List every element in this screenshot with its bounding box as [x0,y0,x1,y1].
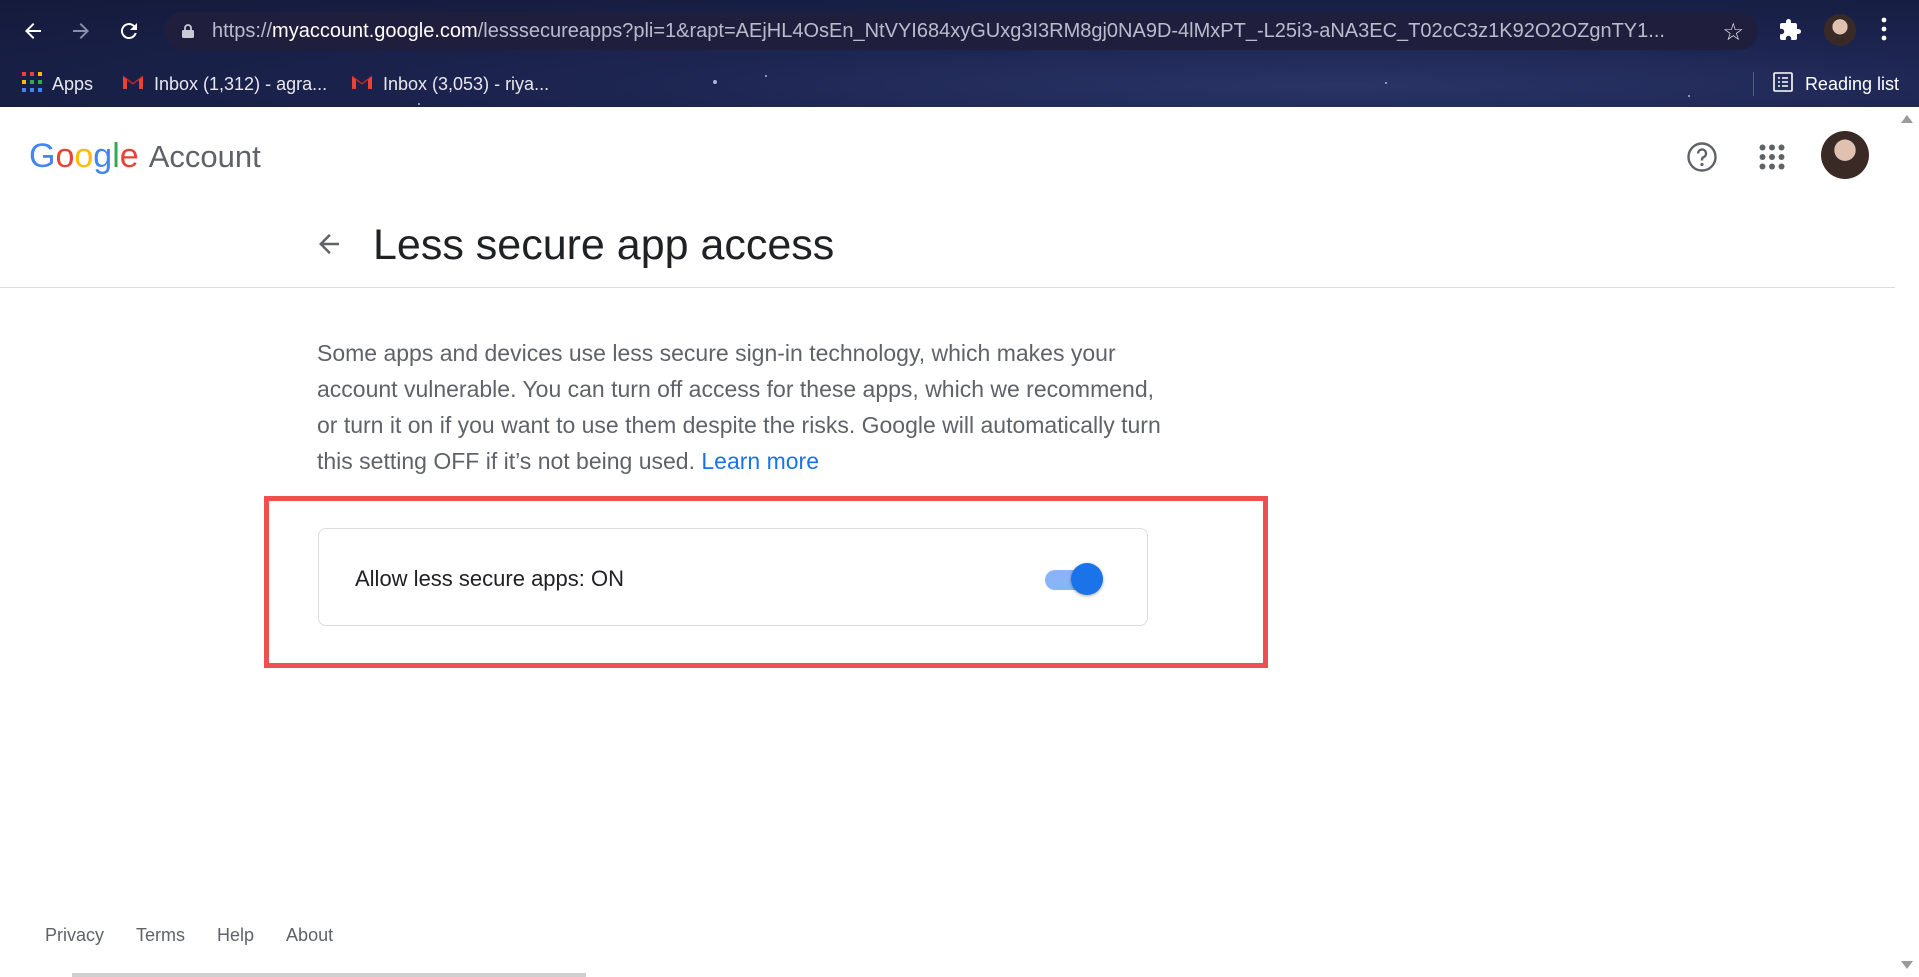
account-label: Account [148,139,261,174]
help-icon[interactable] [1682,137,1722,177]
page-title: Less secure app access [373,221,835,269]
setting-label: Allow less secure apps: ON [355,566,624,591]
bookmark-label: Inbox (3,053) - riya... [383,73,550,94]
logo-letter: o [55,137,75,175]
logo-letter: g [93,137,113,175]
scroll-up-arrow-icon[interactable] [1901,115,1913,123]
bookmark-label: Apps [52,73,94,94]
logo-letter: l [112,137,120,175]
address-bar[interactable]: https://myaccount.google.com/lesssecurea… [164,12,1758,50]
less-secure-apps-toggle[interactable] [1045,563,1103,595]
reading-list-button[interactable]: Reading list [1752,68,1899,100]
setting-card: Allow less secure apps: ON [318,528,1148,626]
bookmark-star-icon[interactable]: ☆ [1722,18,1744,47]
profile-avatar[interactable] [1824,14,1856,46]
learn-more-link[interactable]: Learn more [701,448,819,474]
google-account-logo[interactable]: Google Account [29,137,261,176]
description-text: Some apps and devices use less secure si… [317,335,1167,479]
footer-privacy-link[interactable]: Privacy [45,925,104,946]
reading-list-label: Reading list [1804,73,1899,94]
bookmark-apps[interactable]: Apps [22,68,93,100]
logo-letter: e [119,137,139,175]
logo-letter: o [74,137,94,175]
bookmark-inbox-2[interactable]: Inbox (3,053) - riya... [351,68,549,100]
page-content: Google Account Less secure app access So… [0,107,1895,977]
apps-grid-icon [22,71,42,97]
bookmark-inbox-1[interactable]: Inbox (1,312) - agra... [122,68,327,100]
footer-terms-link[interactable]: Terms [136,925,185,946]
reload-icon[interactable] [110,12,148,50]
extensions-icon[interactable] [1778,18,1802,47]
browser-chrome: https://myaccount.google.com/lesssecurea… [0,0,1919,107]
footer: Privacy Terms Help About [45,925,333,946]
footer-help-link[interactable]: Help [217,925,254,946]
google-apps-icon[interactable] [1752,137,1792,177]
horizontal-scrollbar-thumb[interactable] [72,973,586,977]
gmail-icon [351,74,373,95]
back-icon[interactable] [14,12,52,50]
reading-list-icon [1773,71,1793,97]
url-text[interactable]: https://myaccount.google.com/lesssecurea… [212,20,1692,43]
menu-kebab-icon[interactable] [1880,16,1888,47]
gmail-icon [122,74,144,95]
vertical-scrollbar[interactable] [1895,107,1919,977]
bookmark-label: Inbox (1,312) - agra... [154,73,328,94]
bookmarks-bar: Apps Inbox (1,312) - agra... Inbox (3,05… [0,62,1919,106]
footer-about-link[interactable]: About [286,925,333,946]
forward-icon[interactable] [62,12,100,50]
google-wordmark: Google [29,137,139,176]
scroll-down-arrow-icon[interactable] [1901,961,1913,969]
header-divider [0,287,1895,288]
toggle-thumb [1071,563,1103,595]
back-arrow-icon[interactable] [314,229,350,265]
logo-letter: G [29,137,56,175]
lock-icon[interactable] [182,24,194,43]
account-avatar[interactable] [1821,131,1869,179]
